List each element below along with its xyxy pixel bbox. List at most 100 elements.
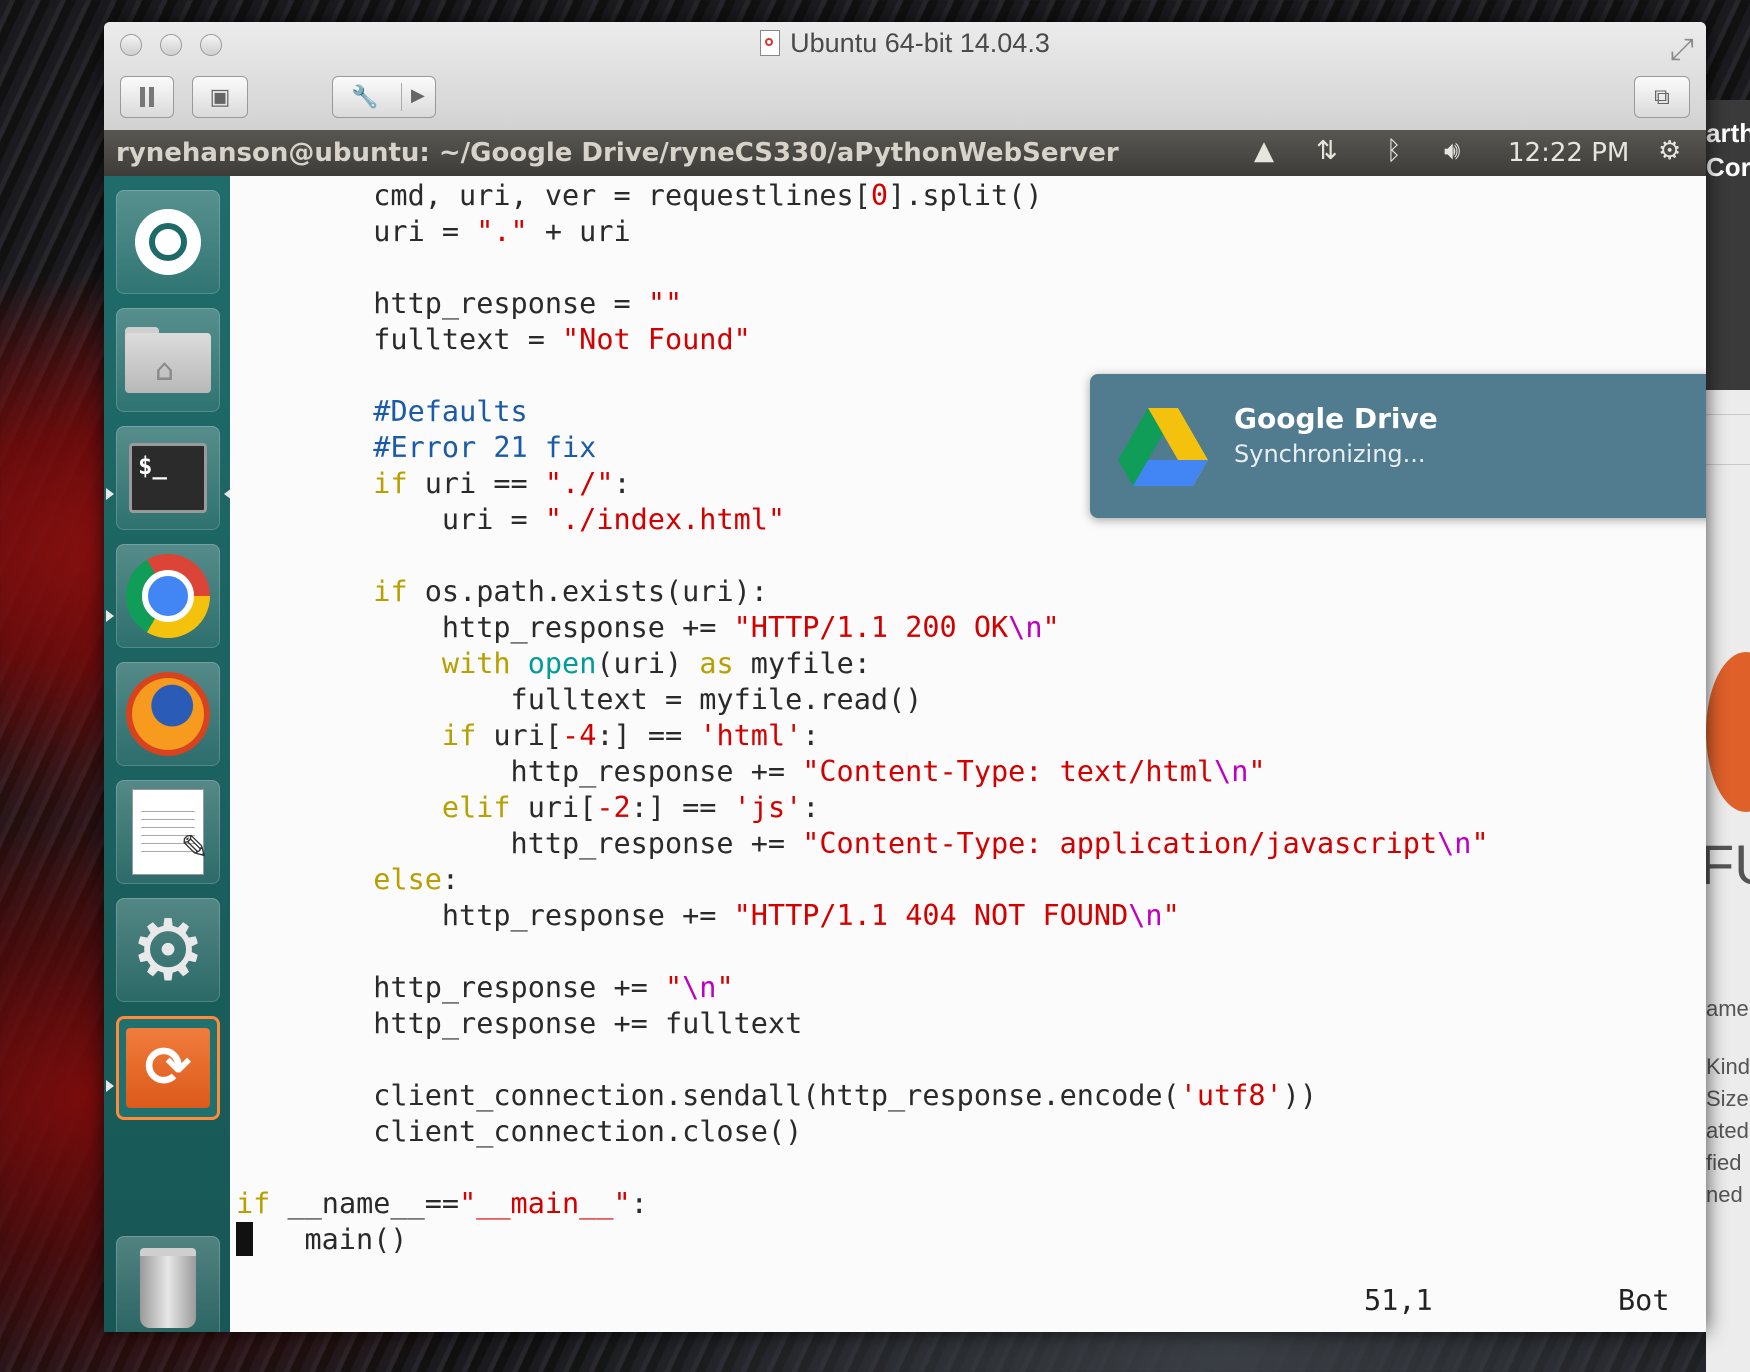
code-token: myfile: [733, 647, 871, 680]
code-token: http_response += [236, 755, 803, 788]
launcher-chrome[interactable] [116, 544, 220, 648]
code-token: " [1248, 755, 1266, 788]
google-drive-icon[interactable]: ▲ [1254, 136, 1274, 166]
code-token: elif [441, 791, 511, 824]
pause-vm-button[interactable] [120, 76, 174, 118]
code-line: http_response += "Content-Type: text/htm… [236, 754, 1489, 790]
volume-icon[interactable]: 🔊︎ [1444, 136, 1460, 167]
code-token: ].split() [888, 179, 1043, 212]
code-token: http_response = [236, 287, 648, 320]
ubuntu-logo-icon [135, 209, 201, 275]
code-token: \n [682, 971, 717, 1004]
vm-settings-button[interactable]: 🔧 ▶ [332, 76, 436, 118]
ubuntu-logo-fragment [1706, 652, 1750, 812]
code-token: \n [1437, 827, 1472, 860]
code-token: : [802, 719, 820, 752]
text-editor-icon: ✎ [132, 789, 209, 875]
vm-title: Ubuntu 64-bit 14.04.3 [104, 28, 1706, 59]
code-line: http_response += "HTTP/1.1 404 NOT FOUND… [236, 898, 1489, 934]
menu-arrow-icon[interactable]: ▶ [411, 85, 425, 106]
code-token: if [373, 467, 408, 500]
vm-window: Ubuntu 64-bit 14.04.3 ⤢ ▣ 🔧 ▶ ⧉ rynehans… [104, 22, 1706, 1332]
code-token: uri[ [510, 791, 597, 824]
launcher-software-updater[interactable]: ⟳ [116, 1016, 220, 1120]
launcher-files[interactable]: ⌂ [116, 308, 220, 412]
launcher-system-settings[interactable]: ⚙ [116, 898, 220, 1002]
code-token: as [699, 647, 734, 680]
code-line: fulltext = myfile.read() [236, 682, 1489, 718]
code-token: )) [1282, 1079, 1317, 1112]
code-token: \n [1214, 755, 1249, 788]
notification-body: Synchronizing... [1234, 440, 1426, 468]
code-token: "HTTP/1.1 404 NOT FOUND [733, 899, 1129, 932]
code-line: client_connection.sendall(http_response.… [236, 1078, 1489, 1114]
code-token: "Content-Type: text/html [802, 755, 1215, 788]
vim-scroll-position: Bot [1618, 1284, 1670, 1317]
google-drive-notification: Google Drive Synchronizing... [1090, 374, 1706, 518]
code-token: :] == [596, 719, 700, 752]
code-line: http_response += "HTTP/1.1 200 OK\n" [236, 610, 1489, 646]
code-line: client_connection.close() [236, 1114, 1489, 1150]
code-line: fulltext = "Not Found" [236, 322, 1489, 358]
code-line: http_response += "\n" [236, 970, 1489, 1006]
info-label: ned [1706, 1182, 1743, 1207]
code-token: : [613, 467, 631, 500]
info-label: Kind [1706, 1054, 1750, 1079]
code-token: main() [253, 1223, 408, 1256]
home-folder-icon: ⌂ [125, 327, 211, 393]
code-line: if __name__=="__main__": [236, 1186, 1489, 1222]
unity-launcher: ⌂ $_ ✎ ⚙ ⟳ [104, 176, 232, 1332]
code-token: "./" [544, 467, 614, 500]
terminal-window[interactable]: cmd, uri, ver = requestlines[0].split() … [230, 176, 1706, 1332]
power-gear-icon[interactable]: ⚙ [1658, 136, 1681, 166]
code-token: : [802, 791, 820, 824]
code-token: 'js' [733, 791, 803, 824]
code-token: "" [647, 287, 683, 320]
vim-cursor-position: 51,1 [1364, 1284, 1433, 1317]
background-big-text: FU [1700, 833, 1750, 896]
code-token: "." [476, 215, 528, 248]
code-line: with open(uri) as myfile: [236, 646, 1489, 682]
code-token: 'utf8' [1179, 1079, 1283, 1112]
active-window-title: rynehanson@ubuntu: ~/Google Drive/ryneCS… [116, 138, 1119, 168]
bluetooth-icon[interactable]: ᛒ [1386, 136, 1402, 166]
google-drive-logo-icon [1118, 408, 1208, 486]
code-token: (uri) [596, 647, 700, 680]
code-token: open [527, 647, 597, 680]
info-label: ame [1706, 996, 1749, 1021]
launcher-terminal[interactable]: $_ [116, 426, 220, 530]
code-token: -4 [562, 719, 597, 752]
code-token: :] == [630, 791, 734, 824]
code-token: "__main__" [459, 1187, 631, 1220]
launcher-ubuntu-dash[interactable] [116, 190, 220, 294]
code-line: http_response += fulltext [236, 1006, 1489, 1042]
info-label: Size [1706, 1086, 1749, 1111]
clock[interactable]: 12:22 PM [1508, 138, 1629, 168]
network-arrows-icon[interactable]: ⇅ [1316, 136, 1338, 166]
separator [1706, 414, 1750, 415]
vim-buffer[interactable]: cmd, uri, ver = requestlines[0].split() … [236, 178, 1489, 1258]
launcher-firefox[interactable] [116, 662, 220, 766]
code-token: : [630, 1187, 648, 1220]
notification-title: Google Drive [1234, 402, 1438, 435]
unity-mode-button[interactable]: ⧉ [1634, 76, 1690, 118]
fullscreen-icon[interactable]: ⤢ [1670, 32, 1694, 67]
terminal-icon: $_ [129, 443, 207, 513]
launcher-trash[interactable] [116, 1236, 220, 1332]
snapshot-button[interactable]: ▣ [192, 76, 248, 118]
code-token: "./index.html" [544, 503, 786, 536]
code-token: " [716, 971, 734, 1004]
background-window-title-1: arth [1706, 118, 1750, 148]
launcher-text-editor[interactable]: ✎ [116, 780, 220, 884]
code-token: http_response += [236, 611, 734, 644]
